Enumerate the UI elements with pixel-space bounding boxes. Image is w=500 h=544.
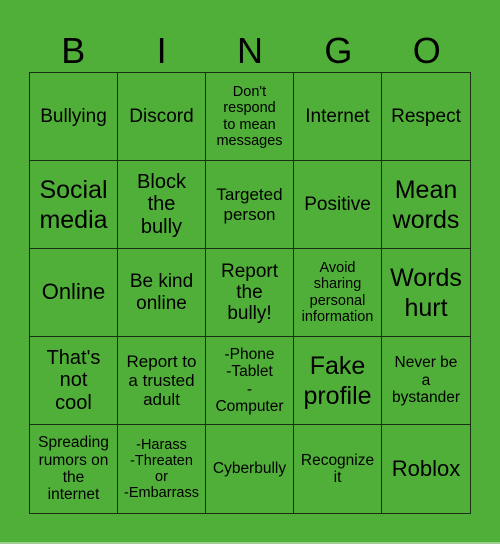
bingo-cell[interactable]: Spreading rumors on the internet xyxy=(30,425,118,513)
bingo-cell[interactable]: Block the bully xyxy=(118,161,206,249)
bingo-cell[interactable]: Social media xyxy=(30,161,118,249)
cell-text: Recognize it xyxy=(300,451,375,486)
bingo-board: Bullying Discord Don't respond to mean m… xyxy=(29,72,471,514)
bingo-cell[interactable]: Positive xyxy=(294,161,382,249)
cell-text: -Phone -Tablet - Computer xyxy=(215,345,284,415)
bingo-cell[interactable]: Internet xyxy=(294,73,382,161)
cell-text: Mean words xyxy=(392,175,460,234)
header-letter-b: B xyxy=(61,30,86,71)
cell-text: Words hurt xyxy=(390,263,462,322)
cell-text: Targeted person xyxy=(216,185,283,224)
cell-text: Internet xyxy=(305,105,370,127)
bingo-cell[interactable]: Be kind online xyxy=(118,249,206,337)
bingo-cell[interactable]: Respect xyxy=(382,73,470,161)
cell-text: Report to a trusted adult xyxy=(126,351,197,410)
bingo-cell[interactable]: Avoid sharing personal information xyxy=(294,249,382,337)
bingo-cell[interactable]: Bullying xyxy=(30,73,118,161)
bingo-cell[interactable]: Don't respond to mean messages xyxy=(206,73,294,161)
bingo-cell[interactable]: Never be a bystander xyxy=(382,337,470,425)
cell-text: Respect xyxy=(391,105,461,127)
header-letter-i: I xyxy=(156,30,167,71)
cell-text: Never be a bystander xyxy=(391,354,461,407)
header-letter-g: G xyxy=(324,30,353,71)
bingo-cell[interactable]: Discord xyxy=(118,73,206,161)
cell-text: Avoid sharing personal information xyxy=(301,260,374,325)
bingo-cell[interactable]: Roblox xyxy=(382,425,470,513)
bingo-cell[interactable]: Report the bully! xyxy=(206,249,294,337)
bingo-cell[interactable]: Fake profile xyxy=(294,337,382,425)
cell-text: Online xyxy=(41,279,106,305)
bingo-cell[interactable]: Online xyxy=(30,249,118,337)
bingo-cell[interactable]: That's not cool xyxy=(30,337,118,425)
cell-text: Bullying xyxy=(40,105,107,127)
cell-text: Don't respond to mean messages xyxy=(216,84,283,149)
cell-text: Discord xyxy=(129,105,194,127)
bingo-cell[interactable]: Targeted person xyxy=(206,161,294,249)
header-letter-n: N xyxy=(236,30,263,71)
cell-text: That's not cool xyxy=(46,346,101,414)
cell-text: Positive xyxy=(304,193,371,215)
bingo-cell[interactable]: Recognize it xyxy=(294,425,382,513)
cell-text: Report the bully! xyxy=(220,260,279,325)
bingo-cell[interactable]: -Harass -Threaten or -Embarrass xyxy=(118,425,206,513)
bingo-header: B I N G O xyxy=(29,30,471,72)
bingo-cell[interactable]: Words hurt xyxy=(382,249,470,337)
cell-text: Fake profile xyxy=(303,351,372,410)
bingo-cell[interactable]: Cyberbully xyxy=(206,425,294,513)
header-letter-o: O xyxy=(412,30,441,71)
bingo-cell[interactable]: Report to a trusted adult xyxy=(118,337,206,425)
cell-text: Roblox xyxy=(391,455,461,481)
bingo-cell[interactable]: -Phone -Tablet - Computer xyxy=(206,337,294,425)
cell-text: Spreading rumors on the internet xyxy=(38,434,109,504)
bingo-cell[interactable]: Mean words xyxy=(382,161,470,249)
cell-text: Cyberbully xyxy=(212,460,287,478)
cell-text: Be kind online xyxy=(129,271,194,314)
cell-text: Block the bully xyxy=(137,170,186,238)
cell-text: -Harass -Threaten or -Embarrass xyxy=(124,436,199,502)
cell-text: Social media xyxy=(39,175,108,234)
